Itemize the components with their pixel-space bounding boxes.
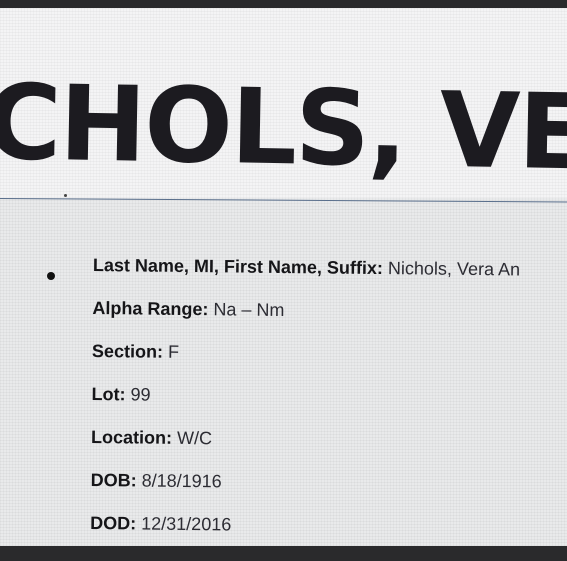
screen-speck: [64, 194, 67, 197]
field-label: Location:: [90, 426, 173, 448]
name-banner: CHOLS, VEI: [0, 8, 567, 198]
field-value: F: [167, 341, 180, 362]
bullet-dot: [47, 272, 55, 280]
record-details: Last Name, MI, First Name, Suffix: Nicho…: [90, 255, 567, 561]
field-alpha-range: Alpha Range: Na – Nm: [92, 298, 567, 346]
field-section: Section: F: [92, 341, 567, 389]
field-name: Last Name, MI, First Name, Suffix: Nicho…: [93, 255, 567, 303]
field-value: Nichols, Vera An: [387, 258, 521, 280]
field-label: DOB:: [90, 469, 137, 491]
field-location: Location: W/C: [91, 427, 567, 475]
field-dob: DOB: 8/18/1916: [90, 470, 567, 518]
field-lot: Lot: 99: [91, 384, 567, 432]
field-value: Na – Nm: [213, 299, 285, 321]
field-value: 8/18/1916: [141, 470, 222, 492]
field-value: W/C: [177, 427, 213, 449]
divider: [0, 198, 567, 203]
monitor-bezel: [0, 546, 567, 556]
field-value: 12/31/2016: [141, 513, 232, 535]
field-label: DOD:: [90, 512, 137, 534]
field-label: Last Name, MI, First Name, Suffix:: [92, 255, 384, 279]
field-value: 99: [130, 384, 151, 405]
field-label: Section:: [91, 340, 164, 362]
field-label: Alpha Range:: [92, 297, 209, 320]
record-name-heading: CHOLS, VEI: [0, 61, 567, 195]
field-label: Lot:: [91, 383, 126, 405]
